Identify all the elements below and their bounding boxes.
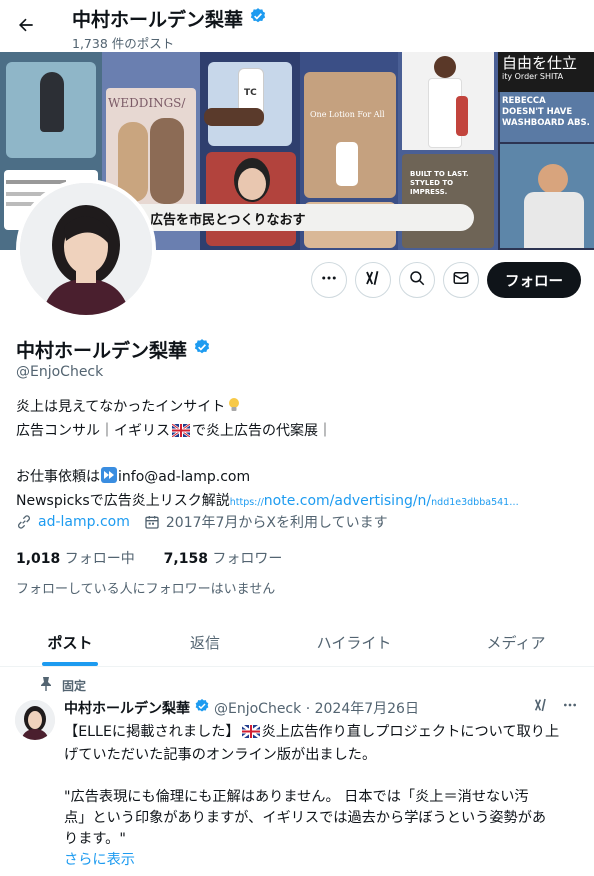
bio-text: 炎上は見えてなかったインサイト [16, 399, 226, 415]
message-button[interactable] [443, 262, 479, 298]
profile-bio: 炎上は見えてなかったインサイト 広告コンサル｜イギリス で炎上広告の代案展｜ お仕… [16, 396, 576, 514]
follow-button[interactable]: フォロー [487, 262, 581, 298]
following-link[interactable]: 1,018 フォロー中 [16, 551, 135, 567]
post-meta[interactable]: @EnjoCheck · 2024年7月26日 [214, 698, 419, 718]
post-body: 【ELLEに掲載されました】 炎上広告作り直しプロジェクトについて取り上 げていた… [64, 722, 584, 871]
banner-caption: 広告を市民とつくりなおす [118, 204, 474, 231]
more-dots-icon[interactable] [561, 697, 579, 717]
bio-email: info@ad-lamp.com [118, 469, 251, 485]
post-line: 点」という印象がありますが、イギリスでは過去から学ぼうという姿勢があ [64, 810, 547, 826]
tab-replies[interactable]: 返信 [140, 618, 270, 666]
grok-icon[interactable] [533, 697, 549, 717]
show-more-link[interactable]: さらに表示 [64, 850, 584, 871]
profile-name-text: 中村ホールデン梨華 [16, 340, 188, 362]
banner-built-text: BUILT TO LAST. STYLED TO IMPRESS. [410, 170, 469, 196]
uk-flag-icon [171, 422, 191, 444]
bio-line: 広告コンサル｜イギリス で炎上広告の代案展｜ [16, 420, 576, 444]
post-actions [533, 697, 579, 717]
bio-text: お仕事依頼は [16, 469, 100, 485]
pinned-label: 固定 [62, 679, 87, 693]
post-text: 【ELLEに掲載されました】 [64, 724, 240, 740]
fast-forward-icon [101, 467, 117, 490]
calendar-icon [144, 514, 160, 530]
followers-label: フォロワー [212, 551, 283, 567]
post-header: 中村ホールデン梨華 @EnjoCheck · 2024年7月26日 [64, 698, 419, 718]
tab-media[interactable]: メディア [438, 618, 594, 666]
banner-lotion-text: One Lotion For All [310, 110, 385, 119]
verified-icon [249, 7, 267, 30]
profile-meta: ad-lamp.com 2017年7月からXを利用しています [16, 512, 388, 532]
search-icon [408, 269, 426, 291]
header-title: 中村ホールデン梨華 [72, 5, 267, 32]
post-line: げていただいた記事のオンライン版が出ました。 [64, 747, 377, 763]
uk-flag-icon [240, 724, 261, 745]
following-count: 1,018 [16, 551, 61, 567]
lightbulb-icon [227, 397, 241, 420]
post-spacer [64, 766, 584, 787]
link-icon [16, 514, 32, 530]
tab-posts[interactable]: ポスト [0, 618, 140, 666]
profile-tabs: ポスト 返信 ハイライト メディア [0, 618, 594, 667]
follow-counts: 1,018 フォロー中 7,158 フォロワー [16, 548, 282, 568]
bio-spacer [16, 444, 576, 466]
post-line: ります。" [64, 831, 126, 847]
header-name: 中村ホールデン梨華 [72, 9, 244, 31]
verified-icon [193, 338, 211, 361]
bio-link-suffix[interactable]: ndd1e3dbba541… [431, 497, 519, 508]
bio-text: で炎上広告の代案展｜ [192, 423, 332, 439]
followers-link[interactable]: 7,158 フォロワー [164, 551, 283, 567]
verified-icon [194, 698, 210, 718]
banner-rebecca-text: REBECCA DOESN'T HAVE WASHBOARD ABS. [502, 96, 590, 128]
banner-order-text: ity Order SHITA [502, 72, 564, 81]
tab-active-indicator [42, 662, 98, 666]
more-dots-icon [320, 269, 338, 291]
joined-date: 2017年7月からXを利用しています [165, 515, 388, 531]
post-line: 【ELLEに掲載されました】 炎上広告作り直しプロジェクトについて取り上 [64, 722, 584, 745]
banner-tile-rebecca: 自由を仕立 ity Order SHITA REBECCA DOESN'T HA… [498, 52, 594, 250]
followers-count: 7,158 [163, 551, 208, 567]
tab-highlights[interactable]: ハイライト [270, 618, 438, 666]
bio-link-prefix[interactable]: https:// [230, 497, 264, 508]
grok-button[interactable] [355, 262, 391, 298]
followers-you-know: フォローしている人にフォロワーはいません [16, 582, 276, 597]
bio-text: Newspicksで広告炎上リスク解説 [16, 493, 230, 509]
bio-line: お仕事依頼は info@ad-lamp.com [16, 466, 576, 490]
post-line: "広告表現にも倫理にも正解はありません。 日本では「炎上＝消せない汚 [64, 789, 529, 805]
back-arrow-icon[interactable] [10, 9, 42, 41]
pin-icon [40, 677, 52, 694]
banner-freedom-text: 自由を仕立 [502, 54, 578, 72]
post-author[interactable]: 中村ホールデン梨華 [64, 698, 190, 718]
post-text: 炎上広告作り直しプロジェクトについて取り上 [261, 724, 560, 740]
bio-line: Newspicksで広告炎上リスク解説https://note.com/adve… [16, 490, 576, 514]
top-bar: 中村ホールデン梨華 1,738 件のポスト [0, 0, 594, 52]
following-label: フォロー中 [64, 551, 135, 567]
post-avatar[interactable] [15, 700, 55, 740]
search-profile-button[interactable] [399, 262, 435, 298]
banner-tc-label: TC [244, 88, 257, 98]
more-options-button[interactable] [311, 262, 347, 298]
profile-avatar[interactable] [16, 179, 156, 319]
bio-text: 広告コンサル｜イギリス [16, 423, 170, 439]
website-link[interactable]: ad-lamp.com [38, 514, 130, 530]
envelope-icon [452, 269, 470, 291]
post-count: 1,738 件のポスト [72, 36, 175, 51]
grok-icon [364, 269, 382, 291]
bio-line: 炎上は見えてなかったインサイト [16, 396, 576, 420]
profile-handle: @EnjoCheck [16, 364, 104, 380]
bio-link[interactable]: note.com/advertising/n/ [264, 493, 431, 509]
profile-name: 中村ホールデン梨華 [16, 336, 211, 363]
banner-weddings-text: WEDDINGS/ [108, 96, 186, 110]
pinned-indicator: 固定 [40, 677, 86, 694]
